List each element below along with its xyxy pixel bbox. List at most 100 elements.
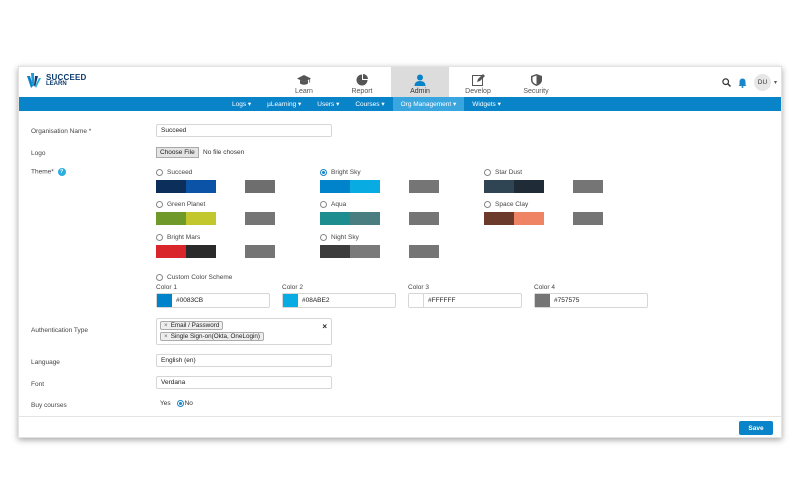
theme-name: Star Dust bbox=[495, 169, 523, 176]
theme-swatches bbox=[320, 180, 439, 193]
subnav-org-management[interactable]: Org Management ▾ bbox=[392, 97, 465, 111]
theme-radio-selected[interactable] bbox=[320, 169, 327, 176]
buy-courses-radio-group: Yes No bbox=[160, 400, 199, 407]
org-name-input[interactable]: Succeed bbox=[156, 124, 332, 137]
theme-radio[interactable] bbox=[156, 274, 163, 281]
color-hex: #FFFFFF bbox=[428, 297, 456, 304]
color-label: Color 4 bbox=[534, 284, 555, 291]
auth-type-select[interactable]: × Email / Password × Single Sign-on(Okta, … bbox=[156, 318, 332, 345]
main-nav: Learn Report Admin Develop Security bbox=[275, 67, 565, 97]
brand-logo[interactable]: SUCCEED LEARN bbox=[25, 72, 87, 90]
theme-option-custom[interactable]: Custom Color Scheme bbox=[156, 273, 276, 282]
nav-develop[interactable]: Develop bbox=[449, 67, 507, 97]
theme-option-space-clay[interactable]: Space Clay bbox=[484, 200, 604, 225]
auth-type-label: Authentication Type bbox=[31, 327, 88, 334]
color-input[interactable]: #0083CB bbox=[156, 293, 270, 308]
color-hex: #0083CB bbox=[176, 297, 204, 304]
theme-swatches bbox=[484, 212, 603, 225]
edit-icon bbox=[471, 74, 485, 86]
shield-icon bbox=[530, 74, 542, 86]
custom-color-3: Color 3 #FFFFFF bbox=[408, 284, 522, 308]
clear-icon[interactable]: × bbox=[322, 322, 327, 331]
app-window: SUCCEED LEARN Learn Report Admin Develop… bbox=[18, 66, 782, 438]
choose-file-button[interactable]: Choose File bbox=[156, 147, 199, 158]
auth-tag[interactable]: × Email / Password bbox=[160, 321, 224, 330]
brand-line1: SUCCEED bbox=[46, 73, 87, 82]
theme-swatches bbox=[156, 180, 275, 193]
logo-label: Logo bbox=[31, 150, 46, 157]
theme-radio[interactable] bbox=[484, 169, 491, 176]
org-name-label: Organisation Name * bbox=[31, 128, 92, 135]
chevron-down-icon[interactable]: ▾ bbox=[774, 79, 777, 86]
nav-report[interactable]: Report bbox=[333, 67, 391, 97]
top-header: SUCCEED LEARN Learn Report Admin Develop… bbox=[19, 67, 781, 97]
avatar[interactable]: DU bbox=[753, 74, 771, 91]
user-icon bbox=[414, 74, 426, 86]
theme-option-night-sky[interactable]: Night Sky bbox=[320, 233, 440, 258]
color-label: Color 1 bbox=[156, 284, 177, 291]
theme-option-star-dust[interactable]: Star Dust bbox=[484, 168, 604, 193]
color-hex: #757575 bbox=[554, 297, 580, 304]
help-icon[interactable]: ? bbox=[57, 168, 66, 176]
theme-name: Aqua bbox=[331, 201, 347, 208]
bell-icon[interactable] bbox=[738, 78, 747, 88]
theme-option-aqua[interactable]: Aqua bbox=[320, 200, 440, 225]
color-input[interactable]: #08ABE2 bbox=[282, 293, 396, 308]
nav-admin-label: Admin bbox=[410, 88, 430, 95]
theme-radio[interactable] bbox=[156, 169, 163, 176]
color-input[interactable]: #FFFFFF bbox=[408, 293, 522, 308]
theme-radio[interactable] bbox=[320, 234, 327, 241]
nav-learn-label: Learn bbox=[295, 88, 313, 95]
color-hex: #08ABE2 bbox=[302, 297, 330, 304]
remove-tag-icon[interactable]: × bbox=[164, 333, 168, 340]
theme-name: Green Planet bbox=[167, 201, 206, 208]
theme-radio[interactable] bbox=[156, 201, 163, 208]
brand-line2: LEARN bbox=[46, 81, 67, 87]
buy-courses-label: Buy courses bbox=[31, 402, 67, 409]
buy-no-radio[interactable] bbox=[176, 400, 184, 407]
nav-security-label: Security bbox=[523, 88, 549, 95]
auth-tag-label: Single Sign-on(Okta, OneLogin) bbox=[170, 333, 260, 340]
language-select[interactable]: English (en) bbox=[156, 354, 332, 367]
search-icon[interactable] bbox=[722, 78, 731, 87]
color-label: Color 3 bbox=[408, 284, 429, 291]
logo-mark-icon bbox=[25, 72, 43, 90]
custom-color-2: Color 2 #08ABE2 bbox=[282, 284, 396, 308]
subnav-users[interactable]: Users ▾ bbox=[309, 97, 347, 111]
save-button[interactable]: Save bbox=[739, 421, 773, 435]
subnav-courses[interactable]: Courses ▾ bbox=[347, 97, 392, 111]
theme-option-green-planet[interactable]: Green Planet bbox=[156, 200, 276, 225]
theme-label: Theme* bbox=[31, 168, 54, 176]
color-chip[interactable] bbox=[535, 294, 550, 307]
buy-yes-option[interactable]: Yes bbox=[160, 400, 171, 407]
buy-no-option[interactable]: No bbox=[176, 400, 193, 407]
theme-option-succeed[interactable]: Succeed bbox=[156, 168, 276, 193]
font-select[interactable]: Verdana bbox=[156, 376, 332, 389]
auth-tag[interactable]: × Single Sign-on(Okta, OneLogin) bbox=[160, 332, 264, 341]
theme-swatches bbox=[320, 212, 439, 225]
color-chip[interactable] bbox=[283, 294, 298, 307]
color-input[interactable]: #757575 bbox=[534, 293, 648, 308]
graduation-cap-icon bbox=[297, 75, 311, 85]
nav-learn[interactable]: Learn bbox=[275, 67, 333, 97]
theme-swatches bbox=[320, 245, 439, 258]
theme-swatches bbox=[156, 245, 275, 258]
subnav-ulearning[interactable]: µLearning ▾ bbox=[259, 97, 309, 111]
color-chip[interactable] bbox=[409, 294, 424, 307]
color-chip[interactable] bbox=[157, 294, 172, 307]
nav-security[interactable]: Security bbox=[507, 67, 565, 97]
theme-radio[interactable] bbox=[320, 201, 327, 208]
subnav-widgets[interactable]: Widgets ▾ bbox=[464, 97, 509, 111]
theme-radio[interactable] bbox=[484, 201, 491, 208]
theme-radio[interactable] bbox=[156, 234, 163, 241]
nav-report-label: Report bbox=[351, 88, 373, 95]
subnav-logs[interactable]: Logs ▾ bbox=[224, 97, 259, 111]
nav-admin[interactable]: Admin bbox=[391, 67, 449, 97]
remove-tag-icon[interactable]: × bbox=[164, 322, 168, 329]
theme-swatches bbox=[156, 212, 275, 225]
theme-option-bright-sky[interactable]: Bright Sky bbox=[320, 168, 440, 193]
theme-name: Bright Sky bbox=[331, 169, 361, 176]
buy-no-label: No bbox=[184, 400, 193, 407]
theme-name: Space Clay bbox=[495, 201, 529, 208]
theme-option-bright-mars[interactable]: Bright Mars bbox=[156, 233, 276, 258]
